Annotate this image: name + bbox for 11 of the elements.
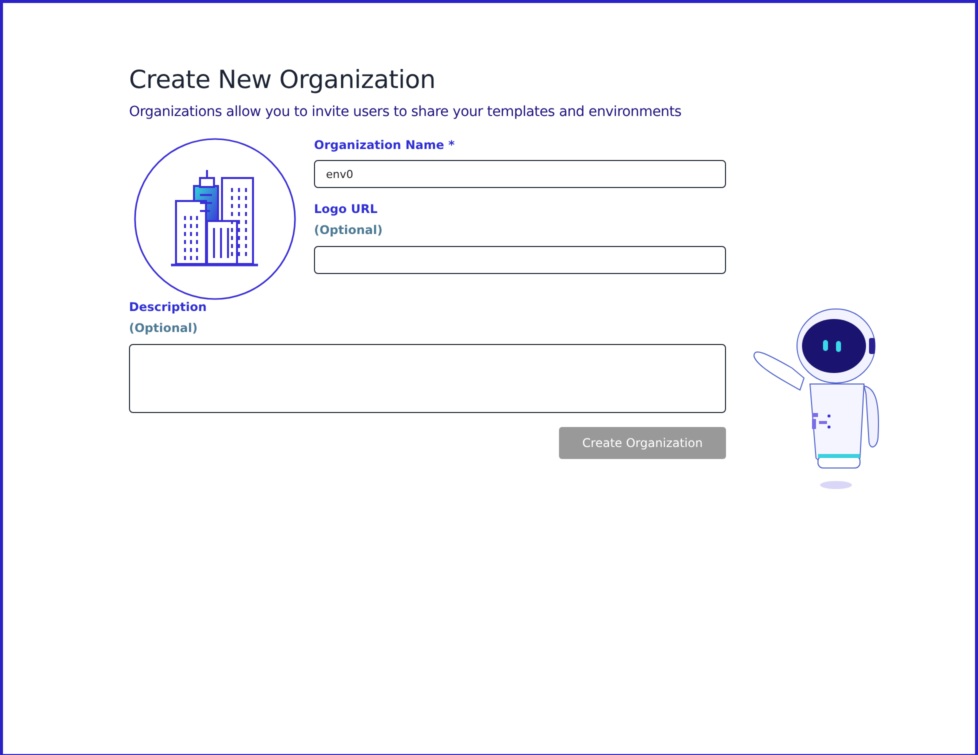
optional-note: (Optional) bbox=[129, 321, 199, 335]
text-field[interactable]: env0 bbox=[314, 160, 726, 188]
text-area[interactable] bbox=[129, 344, 726, 413]
page-title: Create New Organization bbox=[129, 65, 436, 94]
optional-note: (Optional) bbox=[314, 223, 384, 237]
page-subtitle: Organizations allow you to invite users to share your templates and environments bbox=[129, 104, 682, 120]
field-label: Description bbox=[129, 300, 208, 314]
text-field[interactable] bbox=[314, 246, 726, 274]
building-icon bbox=[134, 138, 296, 300]
field-label: Organization Name * bbox=[314, 138, 456, 152]
field-label: Logo URL bbox=[314, 202, 379, 216]
